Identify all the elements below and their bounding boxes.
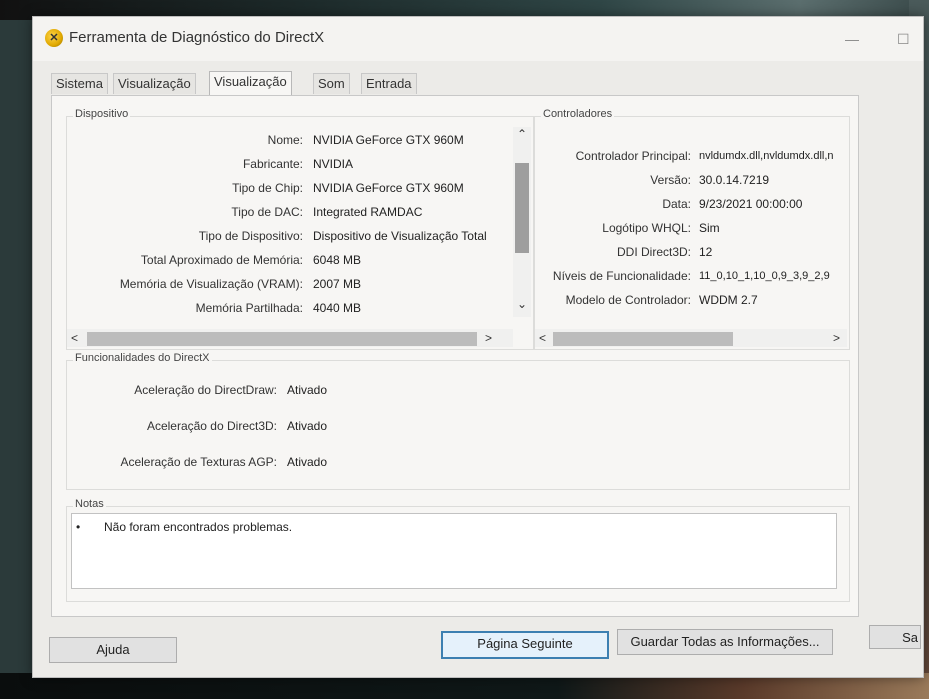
device-value: NVIDIA GeForce GTX 960M bbox=[313, 133, 464, 147]
save-all-info-button[interactable]: Guardar Todas as Informações... bbox=[617, 629, 833, 655]
drivers-group: Controladores Controlador Principal: nvl… bbox=[534, 108, 850, 350]
device-value: Dispositivo de Visualização Total bbox=[313, 229, 487, 243]
feature-row: Aceleração do DirectDraw: Ativado bbox=[67, 381, 467, 399]
feature-value: Ativado bbox=[287, 455, 328, 469]
device-row: Tipo de Dispositivo: Dispositivo de Visu… bbox=[67, 227, 513, 245]
notes-textbox[interactable]: • Não foram encontrados problemas. bbox=[71, 513, 837, 589]
device-row: Memória Partilhada: 4040 MB bbox=[67, 299, 513, 317]
driver-value: 30.0.14.7219 bbox=[699, 173, 770, 187]
driver-value: nvldumdx.dll,nvldumdx.dll,n bbox=[699, 150, 834, 162]
device-row: Total Aproximado de Memória: 6048 MB bbox=[67, 251, 513, 269]
exit-button[interactable]: Sa bbox=[869, 625, 921, 649]
driver-value: Sim bbox=[699, 221, 720, 235]
help-button[interactable]: Ajuda bbox=[49, 637, 177, 663]
driver-label: Logótipo WHQL: bbox=[602, 221, 691, 235]
device-label: Memória Partilhada: bbox=[195, 301, 303, 315]
horizontal-scroll-thumb[interactable] bbox=[553, 332, 733, 346]
tab-visualizacao-2[interactable]: Visualização 2 bbox=[209, 71, 292, 109]
driver-value: 12 bbox=[699, 245, 713, 259]
feature-value: Ativado bbox=[287, 419, 328, 433]
tab-visualizacao-1[interactable]: Visualização 1 bbox=[113, 73, 196, 111]
notes-bullet: • bbox=[76, 520, 81, 534]
device-value: 2007 MB bbox=[313, 277, 362, 291]
window-title: Ferramenta de Diagnóstico do DirectX bbox=[69, 29, 325, 46]
features-legend: Funcionalidades do DirectX bbox=[73, 352, 212, 364]
driver-row: Logótipo WHQL: Sim bbox=[535, 219, 847, 237]
device-label: Tipo de DAC: bbox=[231, 205, 303, 219]
device-label: Nome: bbox=[267, 133, 303, 147]
device-legend: Dispositivo bbox=[73, 108, 131, 120]
scroll-up-icon[interactable]: ⌃ bbox=[517, 127, 527, 141]
notes-group: Notas • Não foram encontrados problemas. bbox=[66, 498, 850, 602]
device-list: Nome: NVIDIA GeForce GTX 960M Fabricante… bbox=[67, 121, 513, 317]
device-row: Fabricante: NVIDIA bbox=[67, 155, 513, 173]
driver-row: Níveis de Funcionalidade: 11_0,10_1,10_0… bbox=[535, 267, 847, 285]
directx-icon: ✕ bbox=[45, 29, 63, 47]
notes-text: Não foram encontrados problemas. bbox=[104, 520, 293, 534]
tab-panel: Dispositivo Nome: NVIDIA GeForce GTX 960… bbox=[51, 95, 859, 617]
driver-row: Modelo de Controlador: WDDM 2.7 bbox=[535, 291, 847, 309]
tab-sistema[interactable]: Sistema bbox=[51, 73, 108, 94]
title-bar[interactable]: ✕ Ferramenta de Diagnóstico do DirectX —… bbox=[33, 17, 923, 61]
feature-label: Aceleração de Texturas AGP: bbox=[120, 455, 277, 469]
drivers-list: Controlador Principal: nvldumdx.dll,nvld… bbox=[535, 121, 847, 321]
driver-label: Níveis de Funcionalidade: bbox=[552, 269, 691, 283]
device-value: 6048 MB bbox=[313, 253, 362, 267]
driver-label: Versão: bbox=[650, 173, 691, 187]
horizontal-scroll-thumb[interactable] bbox=[87, 332, 477, 346]
device-label: Tipo de Chip: bbox=[232, 181, 303, 195]
device-value: Integrated RAMDAC bbox=[313, 205, 423, 219]
feature-label: Aceleração do DirectDraw: bbox=[134, 383, 277, 397]
device-label: Tipo de Dispositivo: bbox=[198, 229, 303, 243]
driver-value: 9/23/2021 00:00:00 bbox=[699, 197, 803, 211]
feature-label: Aceleração do Direct3D: bbox=[146, 419, 277, 433]
feature-row: Aceleração de Texturas AGP: Ativado bbox=[67, 453, 467, 471]
driver-row: Data: 9/23/2021 00:00:00 bbox=[535, 195, 847, 213]
device-value: 4040 MB bbox=[313, 301, 362, 315]
vertical-scroll-thumb[interactable] bbox=[515, 163, 529, 253]
driver-value: WDDM 2.7 bbox=[699, 293, 758, 307]
driver-row: Versão: 30.0.14.7219 bbox=[535, 171, 847, 189]
device-horizontal-scrollbar[interactable]: < > bbox=[67, 329, 513, 347]
device-vertical-scrollbar[interactable]: ⌃ ⌄ bbox=[513, 127, 531, 317]
feature-value: Ativado bbox=[287, 383, 328, 397]
device-value: NVIDIA bbox=[313, 157, 354, 171]
device-row: Memória de Visualização (VRAM): 2007 MB bbox=[67, 275, 513, 293]
dxdiag-window: ✕ Ferramenta de Diagnóstico do DirectX —… bbox=[32, 16, 924, 678]
device-label: Memória de Visualização (VRAM): bbox=[119, 277, 303, 291]
device-group: Dispositivo Nome: NVIDIA GeForce GTX 960… bbox=[66, 108, 534, 350]
device-row: Nome: NVIDIA GeForce GTX 960M bbox=[67, 131, 513, 149]
tab-som[interactable]: Som bbox=[313, 73, 350, 94]
driver-label: Modelo de Controlador: bbox=[565, 293, 691, 307]
drivers-legend: Controladores bbox=[541, 108, 615, 120]
tab-entrada[interactable]: Entrada bbox=[361, 73, 417, 94]
driver-value: 11_0,10_1,10_0,9_3,9_2,9 bbox=[699, 270, 830, 282]
scroll-left-icon[interactable]: < bbox=[539, 331, 546, 345]
driver-label: Controlador Principal: bbox=[575, 149, 691, 163]
device-value: NVIDIA GeForce GTX 960M bbox=[313, 181, 464, 195]
device-row: Tipo de DAC: Integrated RAMDAC bbox=[67, 203, 513, 221]
next-page-button[interactable]: Página Seguinte bbox=[441, 631, 609, 659]
feature-row: Aceleração do Direct3D: Ativado bbox=[67, 417, 467, 435]
scroll-left-icon[interactable]: < bbox=[71, 331, 78, 345]
driver-row: Controlador Principal: nvldumdx.dll,nvld… bbox=[535, 147, 847, 165]
scroll-right-icon[interactable]: > bbox=[833, 331, 840, 345]
scroll-right-icon[interactable]: > bbox=[485, 331, 492, 345]
driver-row: DDI Direct3D: 12 bbox=[535, 243, 847, 261]
directx-features-group: Funcionalidades do DirectX Aceleração do… bbox=[66, 352, 850, 490]
driver-label: DDI Direct3D: bbox=[616, 245, 691, 259]
notes-legend: Notas bbox=[73, 498, 106, 510]
device-label: Fabricante: bbox=[242, 157, 303, 171]
scroll-down-icon[interactable]: ⌄ bbox=[517, 297, 527, 311]
device-row: Tipo de Chip: NVIDIA GeForce GTX 960M bbox=[67, 179, 513, 197]
drivers-horizontal-scrollbar[interactable]: < > bbox=[535, 329, 847, 347]
driver-label: Data: bbox=[662, 197, 691, 211]
minimize-icon[interactable]: — bbox=[845, 31, 859, 47]
maximize-icon[interactable]: ☐ bbox=[897, 31, 910, 48]
device-label: Total Aproximado de Memória: bbox=[140, 253, 303, 267]
